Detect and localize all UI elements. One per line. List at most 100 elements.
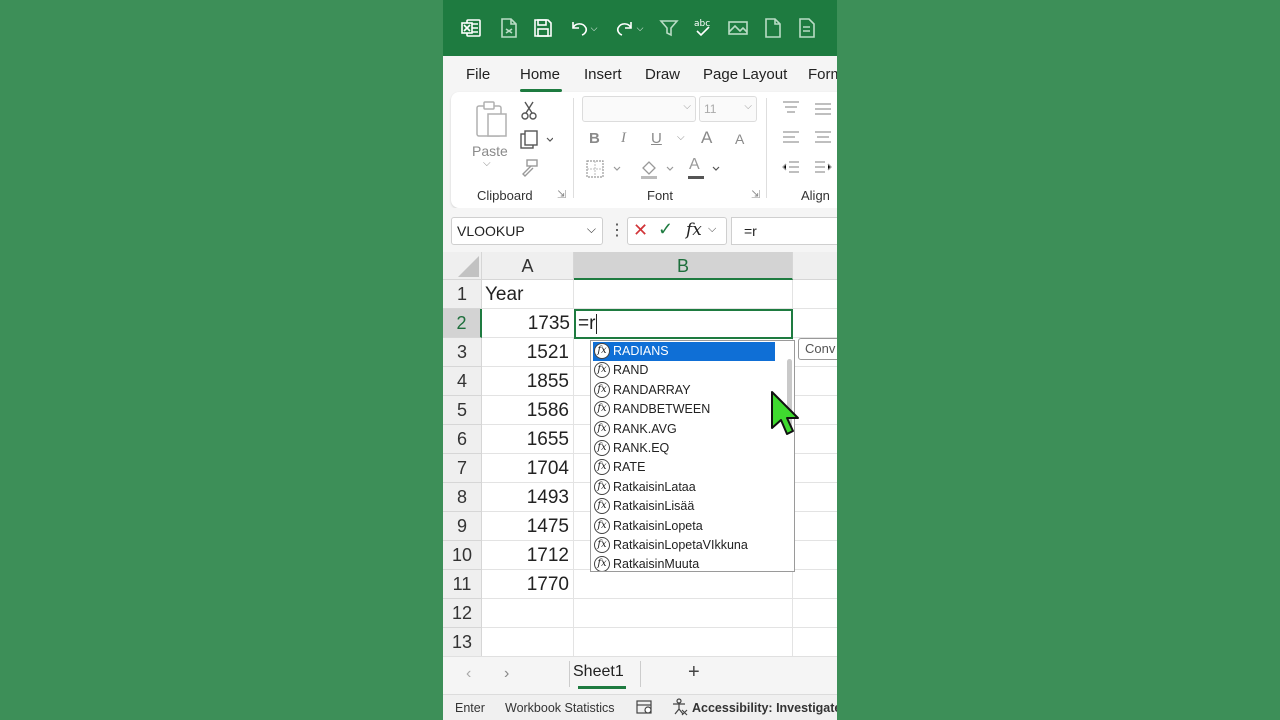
tab-file[interactable]: File [466,66,490,83]
row-header[interactable]: 13 [443,628,482,656]
cell-a13[interactable] [482,628,574,656]
font-launcher-icon[interactable]: ⇲ [751,188,760,201]
cell-b11[interactable] [574,570,793,599]
autocomplete-item[interactable]: fx RADIANS [593,342,775,361]
save-icon[interactable] [531,16,555,40]
cut-icon[interactable] [520,100,538,125]
row-header[interactable]: 5 [443,396,482,425]
italic-button[interactable]: I [621,130,626,147]
chevron-down-icon[interactable]: ⌵ [587,222,596,237]
cell-b1[interactable] [574,280,793,309]
cell-a11[interactable]: 1770 [482,570,574,599]
cell-a6[interactable]: 1655 [482,425,574,454]
spelling-icon[interactable]: abc [691,16,715,40]
cell-a8[interactable]: 1493 [482,483,574,512]
cell-a4[interactable]: 1855 [482,367,574,396]
cell-a12[interactable] [482,599,574,628]
fill-color-icon[interactable] [639,158,679,185]
cell-c10[interactable] [793,541,837,570]
cell-a7[interactable]: 1704 [482,454,574,483]
underline-button[interactable]: U [651,130,662,147]
accessibility-status-button[interactable]: Accessibility: Investigate [692,701,837,715]
row-header[interactable]: 4 [443,367,482,396]
cell-c11[interactable] [793,570,837,599]
autocomplete-item[interactable]: fx RANK.AVG [593,420,775,439]
more-options-icon[interactable]: ⋮ [609,220,625,240]
autocomplete-item[interactable]: fx RANK.EQ [593,439,775,458]
row-header[interactable]: 1 [443,280,482,309]
form-icon[interactable] [795,16,819,40]
cell-b13[interactable] [574,628,793,656]
autocomplete-item[interactable]: fx RatkaisinLopeta [593,517,775,536]
tab-draw[interactable]: Draw [645,66,680,83]
font-color-icon[interactable]: A [687,156,727,185]
cell-c9[interactable] [793,512,837,541]
paste-icon[interactable] [473,100,509,140]
insert-function-icon[interactable]: fx [686,220,702,240]
paste-label[interactable]: Paste [472,143,508,159]
cell-c2[interactable] [793,309,837,338]
formula-input[interactable]: =r [731,217,837,245]
autocomplete-item[interactable]: fx RAND [593,361,775,380]
row-header[interactable]: 7 [443,454,482,483]
row-header[interactable]: 8 [443,483,482,512]
new-file-icon[interactable] [761,16,785,40]
row-header[interactable]: 10 [443,541,482,570]
cell-a9[interactable]: 1475 [482,512,574,541]
row-header[interactable]: 12 [443,599,482,628]
autocomplete-item[interactable]: fx RANDBETWEEN [593,400,775,419]
accessibility-icon[interactable] [671,698,689,719]
cell-a2[interactable]: 1735 [482,309,574,338]
cell-c13[interactable] [793,628,837,656]
undo-icon[interactable]: ⌵ [565,16,601,40]
autocomplete-item[interactable]: fx RATE [593,458,775,477]
copy-icon[interactable] [519,130,554,155]
tab-insert[interactable]: Insert [584,66,622,83]
clipboard-launcher-icon[interactable]: ⇲ [557,188,566,201]
cancel-icon[interactable]: ✕ [633,220,648,241]
tab-formulas[interactable]: Form [808,66,837,83]
row-header[interactable]: 11 [443,570,482,599]
sheet-tab-sheet1[interactable]: Sheet1 [573,663,624,681]
borders-icon[interactable] [586,160,626,183]
select-all-button[interactable] [443,252,482,280]
cell-b12[interactable] [574,599,793,628]
row-header[interactable]: 9 [443,512,482,541]
enter-icon[interactable]: ✓ [658,219,673,240]
scroll-right-icon[interactable]: › [504,665,509,683]
macro-recording-icon[interactable] [636,699,654,718]
cell-a3[interactable]: 1521 [482,338,574,367]
name-box[interactable]: VLOOKUP ⌵ [451,217,603,245]
workbook-statistics-button[interactable]: Workbook Statistics [505,701,615,715]
active-cell-editor[interactable]: =r [574,309,793,339]
format-painter-icon[interactable] [519,158,539,183]
font-name-combo[interactable]: ⌵ [582,96,696,122]
cell-a1[interactable]: Year [482,280,574,309]
excel-logo-icon[interactable] [459,16,483,40]
autocomplete-item[interactable]: fx RatkaisinLisää [593,497,775,516]
align-top-icon[interactable] [781,100,837,185]
cell-c7[interactable] [793,454,837,483]
bold-button[interactable]: B [589,130,600,147]
paste-dropdown-icon[interactable]: ⌵ [483,158,491,169]
function-autocomplete-list[interactable]: fx RADIANS fx RAND fx RANDARRAY fx RANDBETWEEN f… [590,340,795,572]
redo-icon[interactable]: ⌵ [611,16,647,40]
filter-icon[interactable] [657,16,681,40]
font-size-combo[interactable]: 11 ⌵ [699,96,757,122]
tab-page-layout[interactable]: Page Layout [703,66,787,83]
row-header[interactable]: 2 [443,309,482,338]
grow-font-button[interactable]: A [701,128,712,148]
autocomplete-item[interactable]: fx RatkaisinLopetaVIkkuna [593,536,775,555]
autocomplete-item[interactable]: fx RatkaisinMuuta [593,555,775,571]
fx-dropdown-icon[interactable]: ⌵ [708,223,716,236]
image-icon[interactable] [726,16,750,40]
cell-a10[interactable]: 1712 [482,541,574,570]
scroll-left-icon[interactable]: ‹ [466,665,471,683]
row-header[interactable]: 6 [443,425,482,454]
autosave-icon[interactable] [497,16,521,40]
tab-home[interactable]: Home [520,66,560,83]
cell-c12[interactable] [793,599,837,628]
cell-c8[interactable] [793,483,837,512]
cell-c1[interactable] [793,280,837,309]
autocomplete-item[interactable]: fx RatkaisinLataa [593,478,775,497]
